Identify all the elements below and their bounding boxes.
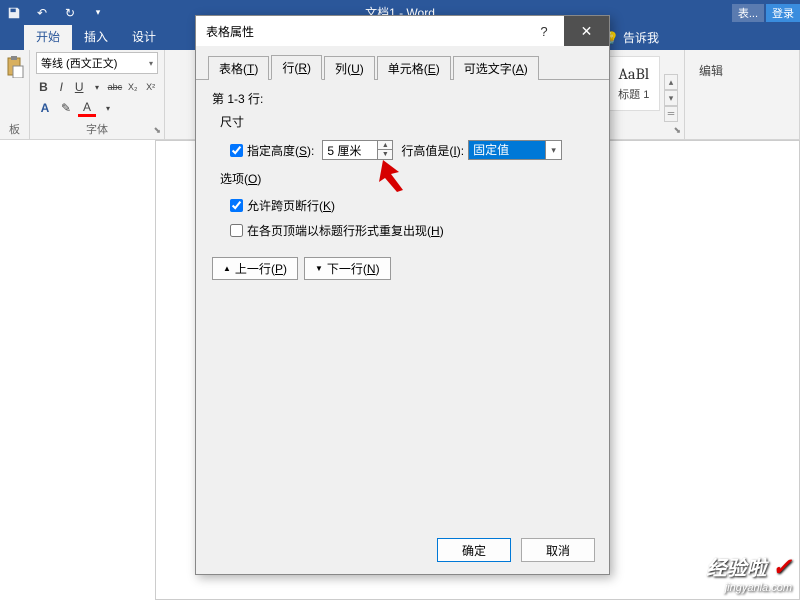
font-group: 等线 (西文正文) ▾ B I U ▾ abc X₂ X² A ✎ A ▾ 字体…: [30, 50, 165, 139]
size-section-label: 尺寸: [220, 113, 593, 130]
tab-column[interactable]: 列(U): [324, 56, 375, 80]
italic-button[interactable]: I: [54, 78, 69, 96]
font-dialog-icon[interactable]: ⬊: [153, 125, 161, 136]
styles-dialog-icon[interactable]: ⬊: [673, 125, 681, 136]
ok-button[interactable]: 确定: [437, 538, 511, 562]
strike-button[interactable]: abc: [107, 78, 122, 96]
check-icon: ✓: [772, 554, 792, 581]
next-row-button[interactable]: ▼下一行(N): [304, 257, 391, 280]
font-color-button[interactable]: A: [78, 99, 96, 117]
watermark: 经验啦 ✓ jingyanla.com: [706, 552, 792, 594]
paste-icon[interactable]: [5, 56, 25, 78]
height-input[interactable]: [322, 140, 378, 160]
row-height-combo[interactable]: 固定值 ▾: [468, 140, 562, 160]
specify-height-checkbox[interactable]: [230, 144, 243, 157]
prev-row-button[interactable]: ▲上一行(P): [212, 257, 298, 280]
style-up-icon[interactable]: ▴: [664, 74, 678, 90]
tab-cell[interactable]: 单元格(E): [377, 56, 451, 80]
subscript-button[interactable]: X₂: [125, 78, 140, 96]
repeat-header-checkbox[interactable]: [230, 224, 243, 237]
tab-design[interactable]: 设计: [120, 25, 168, 50]
dialog-tab-row: 表格(T) 行(R) 列(U) 单元格(E) 可选文字(A): [196, 54, 609, 80]
row-height-is-label: 行高值是(I):: [401, 142, 464, 159]
font-name-combo[interactable]: 等线 (西文正文) ▾: [36, 52, 158, 74]
font-label: 字体: [30, 121, 164, 137]
tab-home[interactable]: 开始: [24, 25, 72, 50]
chevron-down-icon: ▾: [545, 141, 561, 159]
repeat-header-label: 在各页顶端以标题行形式重复出现(H): [247, 222, 444, 239]
tab-alt-text[interactable]: 可选文字(A): [453, 56, 539, 80]
editing-group: 编辑: [685, 50, 800, 139]
height-spinner[interactable]: ▲ ▼: [322, 140, 393, 160]
qat-customize-icon[interactable]: ▾: [84, 0, 112, 25]
allow-break-checkbox[interactable]: [230, 199, 243, 212]
style-more-icon[interactable]: ＝: [664, 106, 678, 122]
underline-more-icon[interactable]: ▾: [90, 78, 105, 96]
superscript-button[interactable]: X²: [143, 78, 158, 96]
highlight-button[interactable]: ✎: [57, 99, 75, 117]
redo-icon[interactable]: ↻: [56, 0, 84, 25]
clipboard-label: 板: [0, 121, 29, 137]
annotation-arrow-icon: [375, 158, 415, 194]
spin-up-icon[interactable]: ▲: [378, 141, 392, 150]
bold-button[interactable]: B: [36, 78, 51, 96]
undo-icon[interactable]: ↶: [28, 0, 56, 25]
chevron-down-icon: ▾: [149, 59, 153, 68]
row-range-label: 第 1-3 行:: [212, 90, 593, 107]
tab-insert[interactable]: 插入: [72, 25, 120, 50]
help-button[interactable]: ?: [524, 24, 564, 39]
specify-height-label: 指定高度(S):: [247, 142, 314, 159]
cancel-button[interactable]: 取消: [521, 538, 595, 562]
login-button[interactable]: 登录: [766, 4, 800, 22]
more-font-icon[interactable]: ▾: [99, 99, 117, 117]
contextual-tab-badge[interactable]: 表...: [732, 4, 764, 22]
tab-row[interactable]: 行(R): [271, 55, 322, 80]
triangle-down-icon: ▼: [315, 264, 323, 273]
style-gallery-item[interactable]: AaBl 标题 1: [608, 56, 661, 111]
clipboard-group: 板: [0, 50, 30, 139]
dialog-title: 表格属性: [206, 23, 524, 40]
close-button[interactable]: ✕: [564, 16, 609, 46]
tab-table[interactable]: 表格(T): [208, 56, 269, 80]
style-down-icon[interactable]: ▾: [664, 90, 678, 106]
underline-button[interactable]: U: [72, 78, 87, 96]
text-effects-button[interactable]: A: [36, 99, 54, 117]
triangle-up-icon: ▲: [223, 264, 231, 273]
save-icon[interactable]: [0, 0, 28, 25]
table-properties-dialog: 表格属性 ? ✕ 表格(T) 行(R) 列(U) 单元格(E) 可选文字(A) …: [195, 15, 610, 575]
dialog-titlebar: 表格属性 ? ✕: [196, 16, 609, 46]
editing-label[interactable]: 编辑: [691, 52, 793, 89]
allow-break-label: 允许跨页断行(K): [247, 197, 335, 214]
